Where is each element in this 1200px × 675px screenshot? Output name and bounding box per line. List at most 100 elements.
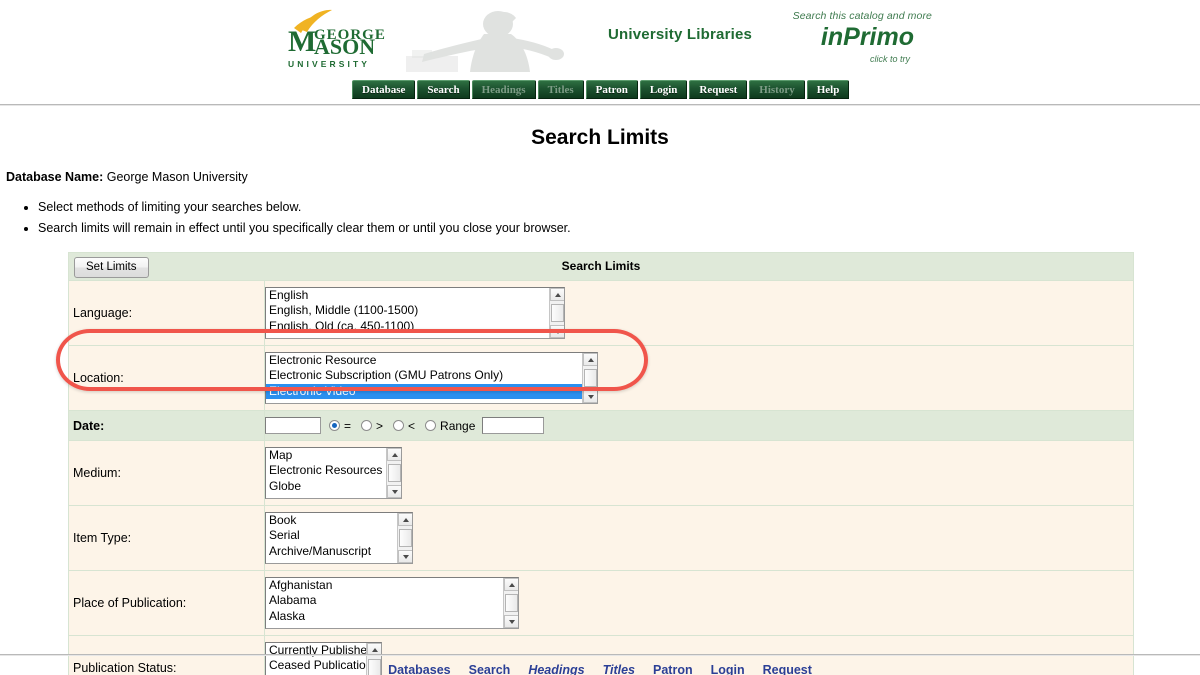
- page-title: Search Limits: [531, 126, 669, 149]
- list-option[interactable]: Afghanistan: [266, 578, 518, 593]
- nav-item-search[interactable]: Search: [417, 80, 470, 99]
- main-navigation[interactable]: Database Search Headings Titles Patron Login R…: [352, 80, 850, 99]
- location-row: Location: Electronic Resource Electronic …: [68, 345, 1134, 411]
- university-libraries-title: University Libraries: [608, 26, 753, 43]
- list-option[interactable]: Alabama: [266, 593, 518, 608]
- date-control-cell: = > < Range: [264, 410, 1134, 441]
- footer-link-login[interactable]: Login: [711, 663, 745, 675]
- date-operator-radio[interactable]: [329, 420, 340, 431]
- list-option[interactable]: Map: [266, 448, 401, 463]
- scroll-down-icon[interactable]: [398, 550, 412, 563]
- nav-item-login[interactable]: Login: [639, 80, 688, 99]
- scroll-down-icon[interactable]: [504, 615, 518, 628]
- nav-item-headings: Headings: [471, 80, 536, 99]
- svg-text:ASON: ASON: [314, 34, 375, 59]
- footer-link-databases[interactable]: Databases: [388, 663, 451, 675]
- nav-item-database[interactable]: Database: [352, 80, 416, 99]
- george-mason-statue-image: [398, 8, 568, 74]
- scroll-down-icon[interactable]: [387, 485, 401, 498]
- language-control-cell: English English, Middle (1100-1500) Englis…: [264, 280, 1134, 346]
- table-header-row: Set Limits Search Limits: [68, 252, 1134, 281]
- scroll-up-icon[interactable]: [583, 353, 597, 366]
- item-type-row: Item Type: Book Serial Archive/Manuscript: [68, 505, 1134, 571]
- date-from-input[interactable]: [265, 417, 321, 434]
- date-operator-radio[interactable]: [361, 420, 373, 431]
- nav-item-help[interactable]: Help: [806, 80, 850, 99]
- list-option[interactable]: Currently Published: [266, 643, 381, 658]
- list-option[interactable]: English, Old (ca. 450-1100): [266, 319, 564, 334]
- location-control-cell: Electronic Resource Electronic Subscripti…: [264, 345, 1134, 411]
- listbox-scrollbar[interactable]: [397, 513, 412, 563]
- inprimo-brand[interactable]: inPrimo: [742, 23, 914, 52]
- masthead: M GEORGE ASON UNIVERSITY University Libr…: [0, 0, 1200, 99]
- location-listbox[interactable]: Electronic Resource Electronic Subscripti…: [265, 352, 598, 404]
- list-option[interactable]: Alaska: [266, 609, 518, 624]
- place-of-publication-control-cell: Afghanistan Alabama Alaska: [264, 570, 1134, 636]
- list-option[interactable]: Globe: [266, 479, 401, 494]
- inprimo-promo[interactable]: Search this catalog and more inPrimo cli…: [742, 10, 932, 64]
- list-option[interactable]: English: [266, 288, 564, 303]
- footer-links[interactable]: Databases Search Headings Titles Patron Login…: [0, 663, 1200, 675]
- list-option[interactable]: Electronic Resources: [266, 463, 401, 478]
- nav-item-patron[interactable]: Patron: [585, 80, 638, 99]
- nav-item-history: History: [749, 80, 805, 99]
- list-option[interactable]: Electronic Video: [266, 383, 597, 400]
- header-divider: [0, 104, 1200, 106]
- list-option[interactable]: Archive/Manuscript: [266, 544, 412, 559]
- listbox-scrollbar[interactable]: [503, 578, 518, 628]
- date-operator-radios[interactable]: = > < Range: [329, 419, 482, 433]
- date-controls: = > < Range: [265, 417, 1133, 434]
- item-type-listbox[interactable]: Book Serial Archive/Manuscript: [265, 512, 413, 564]
- scrollbar-thumb[interactable]: [584, 369, 597, 387]
- language-listbox[interactable]: English English, Middle (1100-1500) Englis…: [265, 287, 565, 339]
- svg-text:M: M: [288, 25, 316, 58]
- scroll-up-icon[interactable]: [398, 513, 412, 526]
- scrollbar-thumb[interactable]: [505, 594, 518, 612]
- scrollbar-thumb[interactable]: [551, 304, 564, 322]
- date-operator-label: >: [376, 418, 384, 433]
- listbox-scrollbar[interactable]: [386, 448, 401, 498]
- date-label: Date:: [68, 410, 265, 441]
- instructions-list: Select methods of limiting your searches…: [6, 200, 571, 241]
- list-option[interactable]: Serial: [266, 528, 412, 543]
- date-operator-radio[interactable]: [425, 420, 437, 431]
- gmu-logo[interactable]: M GEORGE ASON UNIVERSITY: [272, 8, 396, 72]
- list-option[interactable]: Book: [266, 513, 412, 528]
- date-to-input[interactable]: [482, 417, 545, 434]
- page-root: M GEORGE ASON UNIVERSITY University Libr…: [0, 0, 1200, 675]
- list-option[interactable]: Electronic Resource: [266, 353, 597, 368]
- footer-link-search[interactable]: Search: [469, 663, 511, 675]
- scroll-up-icon[interactable]: [550, 288, 564, 301]
- language-row: Language: English English, Middle (1100-1…: [68, 280, 1134, 346]
- database-name-value: George Mason University: [106, 170, 248, 184]
- inprimo-click-to-try: click to try: [869, 53, 910, 64]
- footer-link-titles[interactable]: Titles: [603, 663, 635, 675]
- footer-link-patron[interactable]: Patron: [653, 663, 693, 675]
- place-of-publication-row: Place of Publication: Afghanistan Alabama…: [68, 570, 1134, 636]
- date-label-text: Date:: [73, 418, 105, 433]
- list-option[interactable]: English, Middle (1100-1500): [266, 303, 564, 318]
- listbox-scrollbar[interactable]: [582, 353, 597, 403]
- footer-link-headings[interactable]: Headings: [528, 663, 584, 675]
- search-limits-table: Set Limits Search Limits Language: Engli…: [68, 252, 1134, 675]
- instruction-item: Search limits will remain in effect unti…: [38, 221, 571, 237]
- statue-icon: [406, 11, 564, 72]
- scroll-down-icon[interactable]: [583, 390, 597, 403]
- database-name-label: Database Name:: [6, 170, 104, 184]
- scroll-down-icon[interactable]: [550, 325, 564, 338]
- medium-listbox[interactable]: Map Electronic Resources Globe: [265, 447, 402, 499]
- date-operator-radio[interactable]: [393, 420, 405, 431]
- nav-item-request[interactable]: Request: [689, 80, 748, 99]
- listbox-scrollbar[interactable]: [549, 288, 564, 338]
- scrollbar-thumb[interactable]: [388, 464, 401, 482]
- location-label: Location:: [68, 345, 265, 411]
- date-operator-label: <: [408, 418, 416, 433]
- svg-text:UNIVERSITY: UNIVERSITY: [288, 59, 370, 69]
- database-name-line: Database Name: George Mason University: [6, 170, 248, 184]
- scroll-up-icon[interactable]: [387, 448, 401, 461]
- list-option[interactable]: Electronic Subscription (GMU Patrons Onl…: [266, 368, 597, 383]
- scroll-up-icon[interactable]: [504, 578, 518, 591]
- place-of-publication-listbox[interactable]: Afghanistan Alabama Alaska: [265, 577, 519, 629]
- footer-link-request[interactable]: Request: [763, 663, 812, 675]
- scrollbar-thumb[interactable]: [399, 529, 412, 547]
